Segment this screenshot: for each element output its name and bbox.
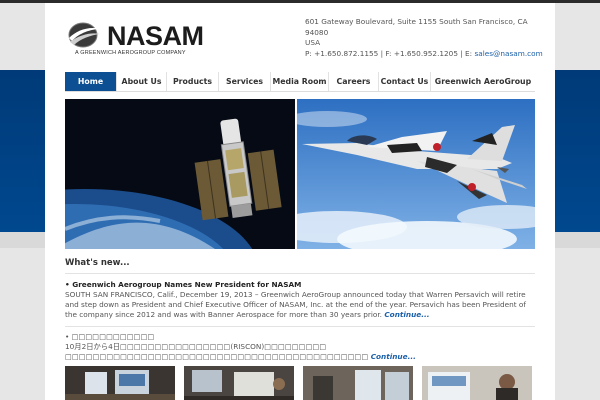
logo-tagline: A GREENWICH AEROGROUP COMPANY: [75, 50, 186, 56]
nav-media-room[interactable]: Media Room: [271, 72, 329, 91]
news-headline[interactable]: • Greenwich Aerogroup Names New Presiden…: [65, 280, 535, 290]
fighter-jet-image: [297, 99, 535, 249]
email-link[interactable]: sales@nasam.com: [474, 49, 542, 58]
whats-new-heading: What's new...: [65, 258, 130, 268]
gallery-thumb[interactable]: [184, 366, 294, 400]
address-line: 601 Gateway Boulevard, Suite 1155 South …: [305, 17, 528, 37]
news-item: • □□□□□□□□□□□□ 10月2日から4日□□□□□□□□□□□□□□□□…: [65, 332, 535, 362]
gallery-thumb[interactable]: [65, 366, 175, 400]
news-body: □□□□□□□□□□□□□□□□□□□□□□□□□□□□□□□□□□□□□□□□…: [65, 352, 535, 362]
news-body-line: 10月2日から4日□□□□□□□□□□□□□□□□(RISCON)□□□□□□□…: [65, 342, 327, 351]
nav-services[interactable]: Services: [219, 72, 271, 91]
news-body-text: □□□□□□□□□□□□□□□□□□□□□□□□□□□□□□□□□□□□□□□□…: [65, 352, 369, 361]
right-blue-band: [555, 70, 600, 232]
news-headline[interactable]: • □□□□□□□□□□□□: [65, 332, 535, 342]
continue-link[interactable]: Continue...: [371, 352, 416, 361]
left-blue-band: [0, 70, 45, 232]
nav-careers[interactable]: Careers: [329, 72, 379, 91]
hubble-telescope-image: [65, 99, 295, 249]
country-line: USA: [305, 38, 321, 47]
globe-swoosh-icon: [68, 22, 101, 48]
phone-line: P: +1.650.872.1155 | F: +1.650.952.1205 …: [305, 49, 545, 60]
gallery-thumb[interactable]: [422, 366, 532, 400]
divider: [65, 326, 535, 327]
nav-contact-us[interactable]: Contact Us: [379, 72, 431, 91]
gallery-thumb[interactable]: [303, 366, 413, 400]
main-nav: Home About Us Products Services Media Ro…: [65, 72, 535, 92]
nav-about-us[interactable]: About Us: [117, 72, 167, 91]
nav-products[interactable]: Products: [167, 72, 219, 91]
photo-gallery: [65, 366, 535, 400]
page-container: NASAM A GREENWICH AEROGROUP COMPANY 601 …: [45, 3, 555, 400]
continue-link[interactable]: Continue...: [384, 310, 429, 319]
nav-greenwich-aerogroup[interactable]: Greenwich AeroGroup: [431, 72, 535, 91]
logo-text: NASAM: [107, 21, 204, 51]
nav-home[interactable]: Home: [65, 72, 117, 91]
nasam-logo[interactable]: NASAM A GREENWICH AEROGROUP COMPANY: [67, 19, 204, 61]
hero-banner: [65, 99, 535, 249]
news-body-text: SOUTH SAN FRANCISCO, Calif., December 19…: [65, 290, 526, 319]
contact-info: 601 Gateway Boulevard, Suite 1155 South …: [305, 17, 545, 59]
divider: [65, 273, 535, 274]
phone-fax-text: P: +1.650.872.1155 | F: +1.650.952.1205 …: [305, 48, 475, 58]
news-body: SOUTH SAN FRANCISCO, Calif., December 19…: [65, 290, 535, 320]
news-item: • Greenwich Aerogroup Names New Presiden…: [65, 280, 535, 320]
